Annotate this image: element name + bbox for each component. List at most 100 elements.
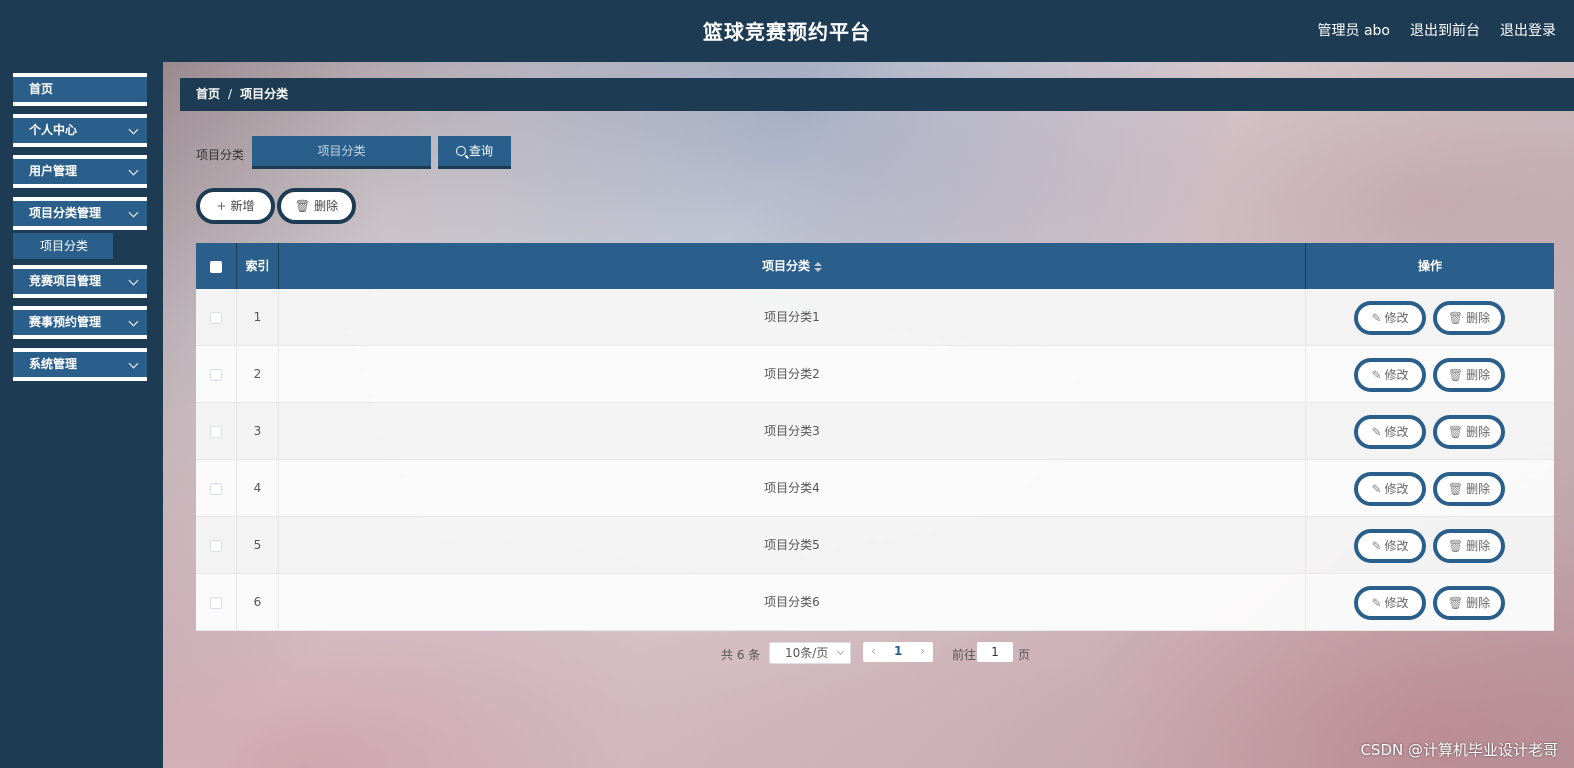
trash-icon: 🗑 — [294, 199, 311, 213]
sidebar-subitem-category[interactable]: 项目分类 — [13, 233, 113, 259]
sidebar-item-label: 竞赛项目管理 — [29, 274, 102, 288]
pagination: 共 6 条 10条/页 ‹ 1 › 前往 1 页 — [163, 642, 1574, 666]
header-ops: 操作 — [1417, 259, 1442, 273]
batch-delete-label: 删除 — [314, 199, 339, 213]
row-category: 项目分类1 — [279, 289, 1306, 346]
back-to-front-link[interactable]: 退出到前台 — [1410, 20, 1480, 40]
edit-icon: ✎ — [1371, 596, 1382, 610]
edit-button[interactable]: ✎ 修改 — [1354, 529, 1426, 563]
sidebar-item-profile[interactable]: 个人中心 — [13, 114, 147, 147]
row-index: 3 — [237, 403, 279, 460]
top-header: 篮球竞赛预约平台 管理员 abo 退出到前台 退出登录 — [0, 0, 1574, 62]
sidebar-item-competition[interactable]: 竞赛项目管理 — [13, 265, 147, 298]
edit-button[interactable]: ✎ 修改 — [1354, 415, 1426, 449]
sidebar-item-users[interactable]: 用户管理 — [13, 155, 147, 188]
trash-icon: 🗑 — [1447, 311, 1464, 325]
row-select-cell[interactable] — [196, 346, 237, 403]
row-ops: ✎ 修改 🗑 删除 — [1306, 574, 1554, 631]
edit-button[interactable]: ✎ 修改 — [1354, 586, 1426, 620]
sidebar-item-category-management[interactable]: 项目分类管理 — [13, 197, 147, 230]
header-links: 管理员 abo 退出到前台 退出登录 — [1318, 20, 1556, 40]
delete-button[interactable]: 🗑 删除 — [1433, 358, 1505, 392]
row-category: 项目分类6 — [279, 574, 1306, 631]
goto-page-input[interactable]: 1 — [977, 642, 1013, 662]
header-category-label: 项目分类 — [761, 259, 810, 273]
delete-button[interactable]: 🗑 删除 — [1433, 472, 1505, 506]
header-select-all[interactable] — [196, 243, 237, 289]
delete-button-label: 删除 — [1466, 596, 1491, 610]
current-page-number[interactable]: 1 — [894, 644, 902, 658]
search-label: 项目分类 — [196, 148, 245, 162]
row-index: 6 — [237, 574, 279, 631]
row-checkbox[interactable] — [210, 311, 222, 324]
sidebar-item-home[interactable]: 首页 — [13, 73, 147, 106]
row-select-cell[interactable] — [196, 460, 237, 517]
row-category: 项目分类2 — [279, 346, 1306, 403]
table-body: 1 项目分类1 ✎ 修改 🗑 删除 2 项目分类2 ✎ 修改 🗑 删除 3 项目分类3 ✎ 修改 🗑 删除 4 项目分… — [196, 289, 1554, 631]
row-category: 项目分类5 — [279, 517, 1306, 574]
add-button[interactable]: + 新增 — [196, 188, 275, 224]
logout-link[interactable]: 退出登录 — [1500, 20, 1556, 40]
page-suffix-label: 页 — [1018, 648, 1031, 662]
delete-button[interactable]: 🗑 删除 — [1433, 586, 1505, 620]
page-size-select[interactable]: 10条/页 — [769, 642, 851, 664]
row-ops: ✎ 修改 🗑 删除 — [1306, 346, 1554, 403]
delete-button[interactable]: 🗑 删除 — [1433, 415, 1505, 449]
search-icon — [455, 146, 466, 156]
prev-page-icon[interactable]: ‹ — [871, 644, 876, 658]
sort-icon[interactable] — [814, 261, 822, 272]
row-ops: ✎ 修改 🗑 删除 — [1306, 517, 1554, 574]
sidebar-item-system[interactable]: 系统管理 — [13, 348, 147, 381]
delete-button[interactable]: 🗑 删除 — [1433, 529, 1505, 563]
trash-icon: 🗑 — [1447, 482, 1464, 496]
edit-button[interactable]: ✎ 修改 — [1354, 301, 1426, 335]
table-row: 6 项目分类6 ✎ 修改 🗑 删除 — [196, 574, 1554, 631]
row-select-cell[interactable] — [196, 517, 237, 574]
sidebar-item-label: 赛事预约管理 — [29, 315, 102, 329]
search-input[interactable]: 项目分类 — [252, 136, 431, 169]
search-button-label: 查询 — [468, 144, 493, 158]
table-row: 4 项目分类4 ✎ 修改 🗑 删除 — [196, 460, 1554, 517]
row-index: 5 — [237, 517, 279, 574]
edit-button-label: 修改 — [1384, 311, 1409, 325]
category-table: 索引 项目分类 操作 1 项目分类1 ✎ 修改 🗑 删除 2 项目分类2 ✎ 修改 🗑 删除 3 项目分类… — [196, 243, 1554, 631]
delete-button-label: 删除 — [1466, 482, 1491, 496]
edit-button-label: 修改 — [1384, 368, 1409, 382]
trash-icon: 🗑 — [1447, 596, 1464, 610]
breadcrumb-home[interactable]: 首页 — [196, 87, 220, 101]
row-checkbox[interactable] — [210, 482, 222, 495]
trash-icon: 🗑 — [1447, 368, 1464, 382]
delete-button[interactable]: 🗑 删除 — [1433, 301, 1505, 335]
edit-icon: ✎ — [1371, 368, 1382, 382]
search-button[interactable]: 查询 — [438, 136, 511, 169]
delete-button-label: 删除 — [1466, 539, 1491, 553]
main-content: 首页 / 项目分类 项目分类 项目分类 查询 + 新增 🗑 删除 索引 项目分类 操作 … — [163, 62, 1574, 768]
header-index: 索引 — [237, 243, 279, 289]
row-checkbox[interactable] — [210, 368, 222, 381]
sidebar-item-booking[interactable]: 赛事预约管理 — [13, 306, 147, 339]
row-select-cell[interactable] — [196, 403, 237, 460]
table-row: 5 项目分类5 ✎ 修改 🗑 删除 — [196, 517, 1554, 574]
row-checkbox[interactable] — [210, 596, 222, 609]
table-header: 索引 项目分类 操作 — [196, 243, 1554, 289]
row-checkbox[interactable] — [210, 425, 222, 438]
header-category[interactable]: 项目分类 — [279, 243, 1306, 289]
row-ops: ✎ 修改 🗑 删除 — [1306, 403, 1554, 460]
row-select-cell[interactable] — [196, 289, 237, 346]
breadcrumb-separator: / — [228, 87, 233, 101]
watermark: CSDN @计算机毕业设计老哥 — [1360, 741, 1558, 759]
row-checkbox[interactable] — [210, 539, 222, 552]
edit-button[interactable]: ✎ 修改 — [1354, 472, 1426, 506]
breadcrumb: 首页 / 项目分类 — [180, 78, 1574, 111]
row-category: 项目分类3 — [279, 403, 1306, 460]
edit-icon: ✎ — [1371, 482, 1382, 496]
table-row: 1 项目分类1 ✎ 修改 🗑 删除 — [196, 289, 1554, 346]
select-all-checkbox[interactable] — [210, 260, 222, 273]
sidebar-item-label: 个人中心 — [29, 123, 78, 137]
batch-delete-button[interactable]: 🗑 删除 — [277, 188, 356, 224]
row-index: 1 — [237, 289, 279, 346]
edit-button[interactable]: ✎ 修改 — [1354, 358, 1426, 392]
edit-button-label: 修改 — [1384, 539, 1409, 553]
next-page-icon[interactable]: › — [920, 644, 925, 658]
row-select-cell[interactable] — [196, 574, 237, 631]
